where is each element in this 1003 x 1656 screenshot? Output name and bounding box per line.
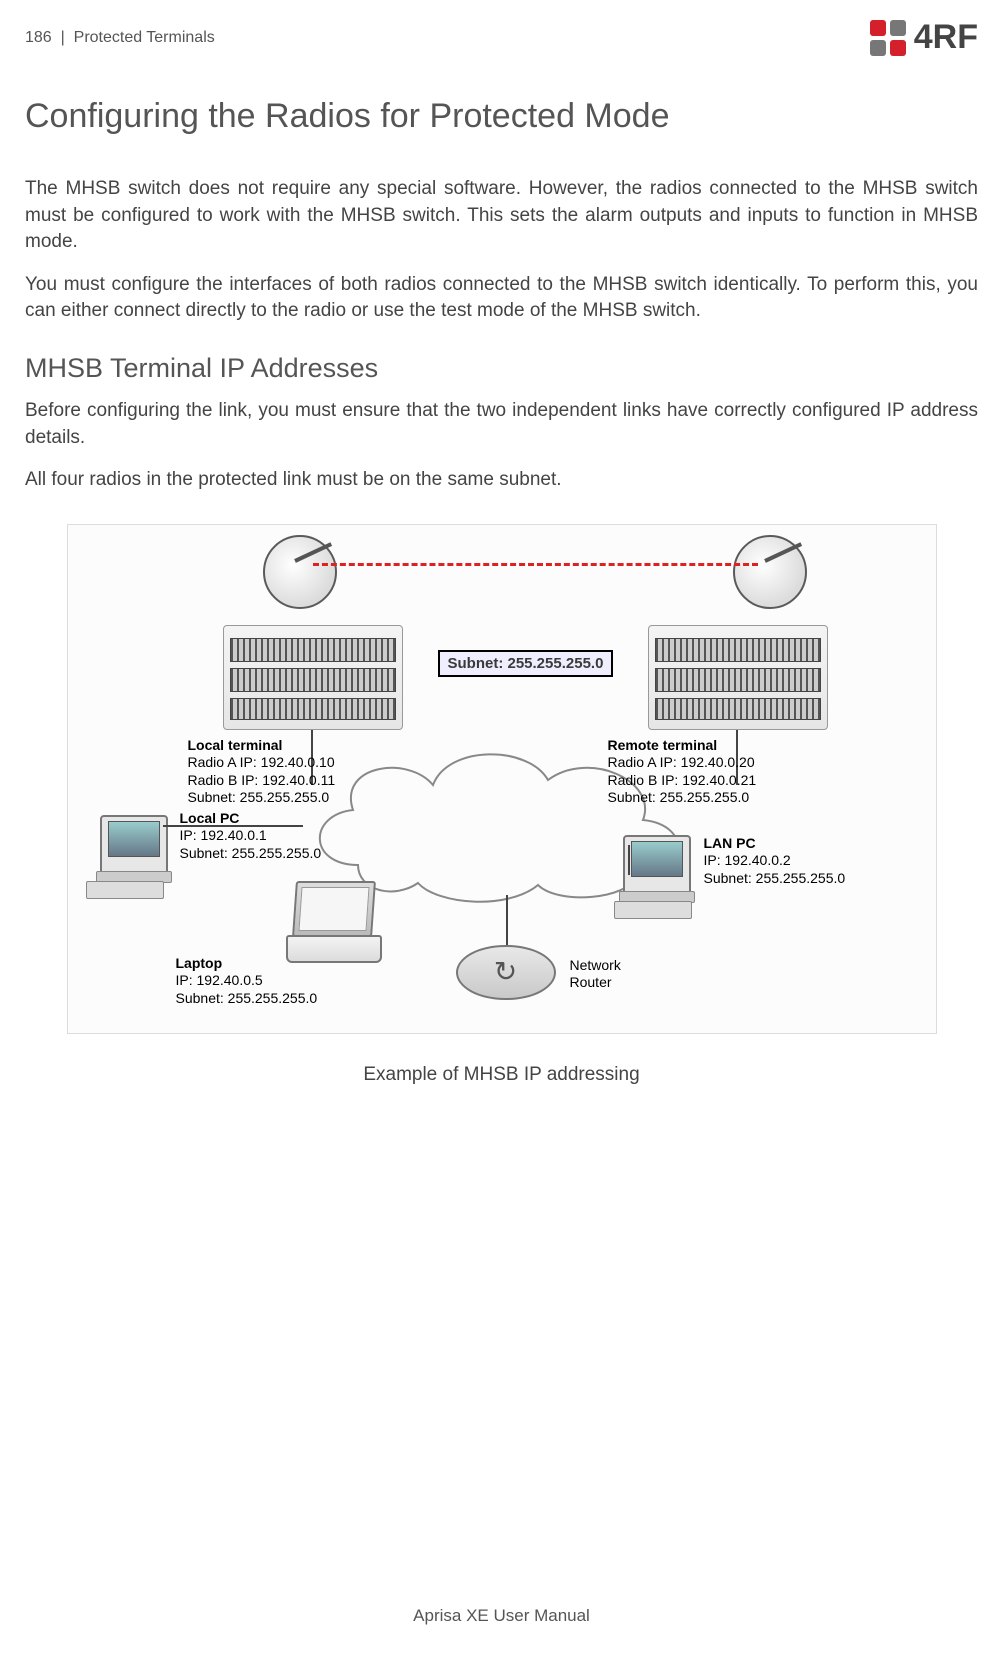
remote-terminal-label: Remote terminal Radio A IP: 192.40.0.20 … [608, 737, 757, 807]
page-header: 186 | Protected Terminals 4RF [25, 18, 978, 57]
network-diagram: Subnet: 255.255.255.0 Local terminal Rad… [67, 524, 937, 1034]
intro-paragraph-2: You must configure the interfaces of bot… [25, 272, 978, 325]
connector-line [628, 845, 630, 875]
body-paragraph-3: Before configuring the link, you must en… [25, 398, 978, 451]
lan-pc-icon [623, 835, 691, 895]
page-footer: Aprisa XE User Manual [0, 1606, 1003, 1626]
antenna-dish-local-icon [263, 535, 337, 609]
diagram-caption: Example of MHSB IP addressing [25, 1064, 978, 1086]
header-left: 186 | Protected Terminals [25, 29, 215, 47]
lan-pc-keyboard-icon [614, 901, 692, 919]
laptop-screen-icon [292, 881, 376, 937]
header-section: Protected Terminals [74, 29, 215, 46]
local-pc-label: Local PC IP: 192.40.0.1 Subnet: 255.255.… [180, 810, 322, 863]
local-pc-keyboard-icon [86, 881, 164, 899]
sub-heading: MHSB Terminal IP Addresses [25, 353, 978, 384]
connector-line [506, 895, 508, 945]
brand-logo-text: 4RF [914, 18, 978, 57]
laptop-label: Laptop IP: 192.40.0.5 Subnet: 255.255.25… [176, 955, 318, 1008]
remote-terminal-rack-icon [648, 625, 828, 730]
brand-logo: 4RF [870, 18, 978, 57]
rf-link-line [313, 563, 758, 566]
brand-logo-mark-icon [870, 20, 906, 56]
local-terminal-label: Local terminal Radio A IP: 192.40.0.10 R… [188, 737, 336, 807]
local-terminal-rack-icon [223, 625, 403, 730]
intro-paragraph-1: The MHSB switch does not require any spe… [25, 176, 978, 256]
body-paragraph-4: All four radios in the protected link mu… [25, 467, 978, 494]
header-sep: | [61, 29, 65, 46]
network-router-icon [456, 945, 556, 1000]
router-label: Network Router [570, 957, 621, 992]
local-pc-icon [100, 815, 168, 875]
antenna-dish-remote-icon [733, 535, 807, 609]
main-heading: Configuring the Radios for Protected Mod… [25, 97, 978, 136]
page-number: 186 [25, 29, 52, 46]
lan-pc-label: LAN PC IP: 192.40.0.2 Subnet: 255.255.25… [704, 835, 846, 888]
subnet-label-box: Subnet: 255.255.255.0 [438, 650, 614, 677]
